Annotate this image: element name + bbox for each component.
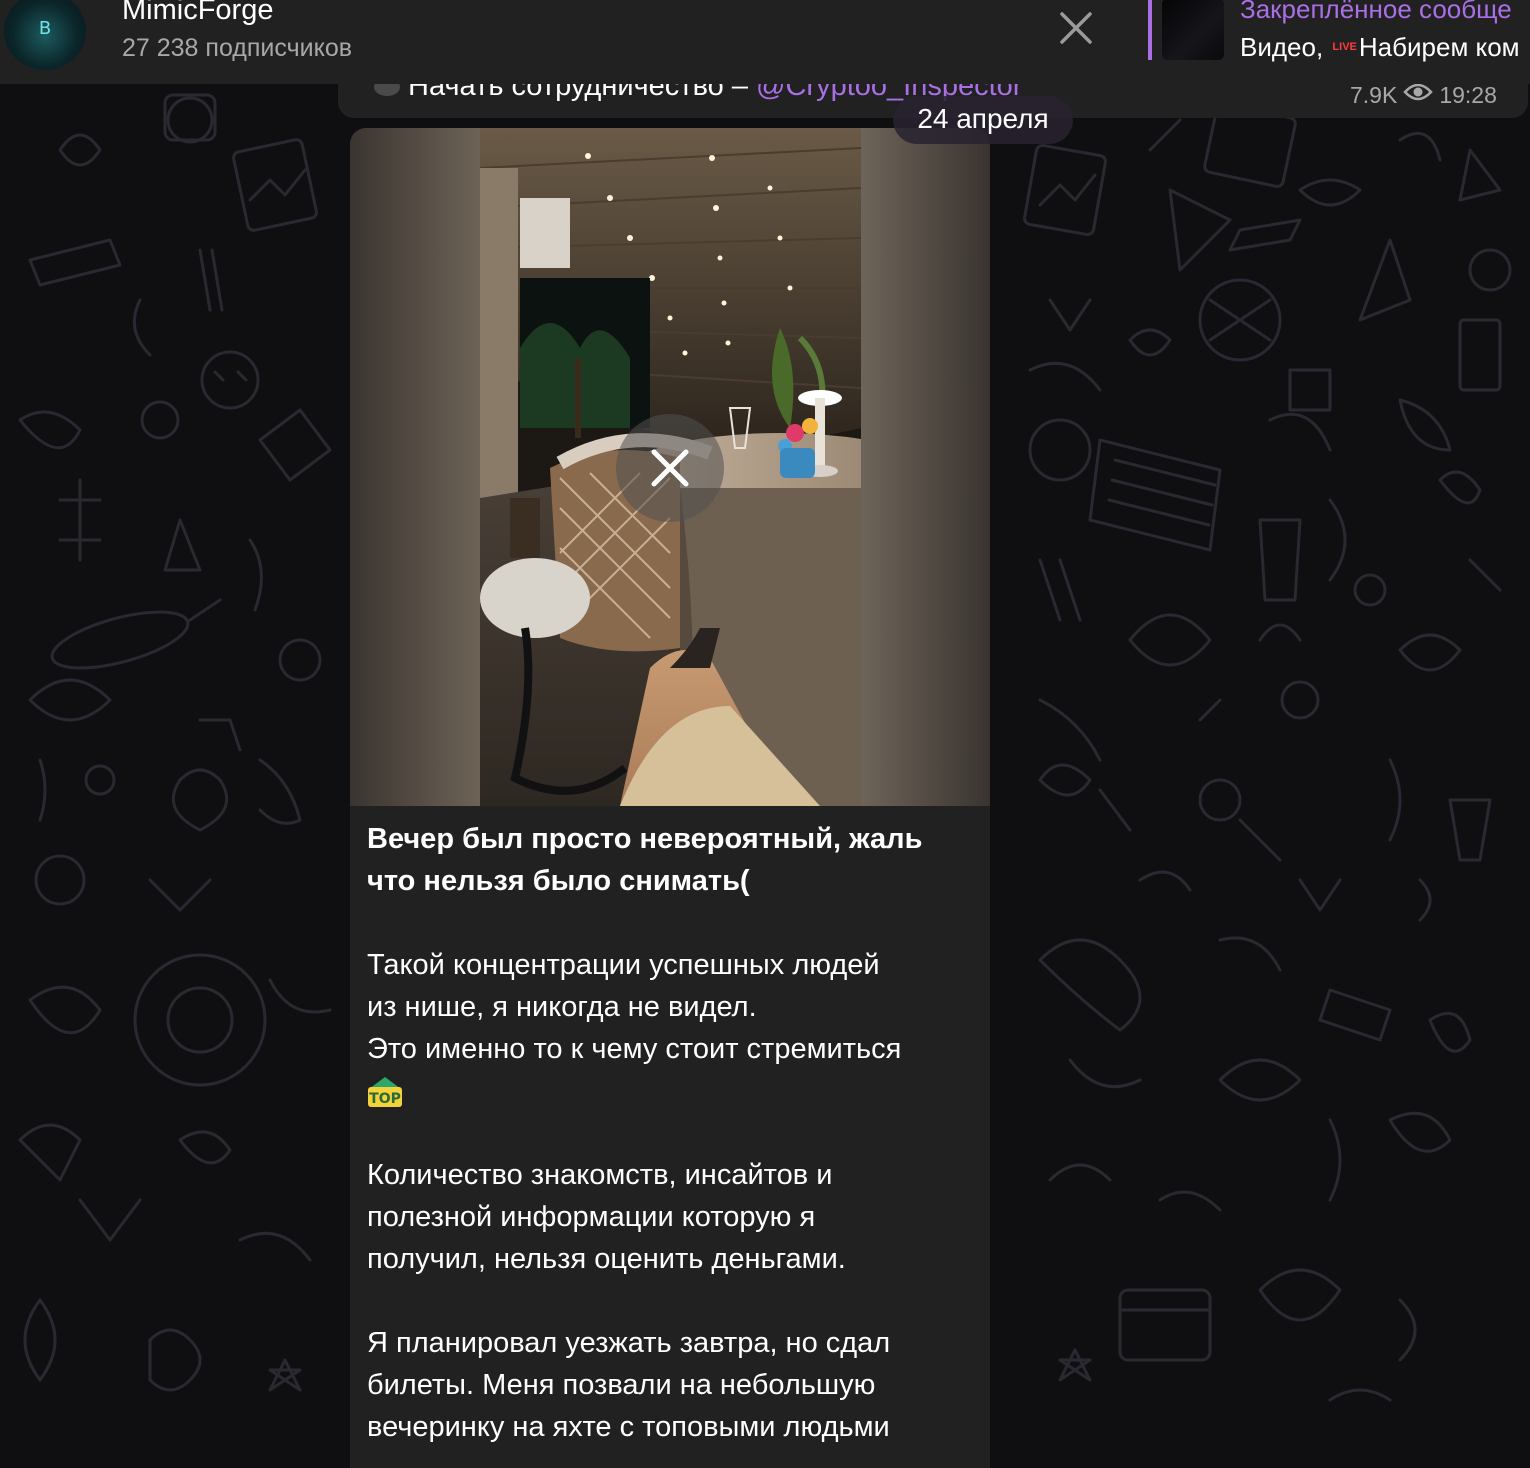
subscriber-count: 27 238 подписчиков: [122, 34, 353, 62]
caption-line: вечеринку на яхте с топовыми людьми: [367, 1411, 890, 1443]
caption-line: из нише, я никогда не видел.: [367, 991, 757, 1023]
caption-line: получил, нельзя оценить деньгами.: [367, 1243, 846, 1275]
caption-headline-2: что нельзя было снимать(: [367, 865, 750, 897]
channel-name[interactable]: MimicForge: [122, 0, 273, 27]
pinned-indicator: [1148, 0, 1152, 60]
top-emoji-icon: TOP: [367, 1075, 403, 1109]
pinned-text: Набирем ком: [1358, 32, 1520, 62]
video-preview[interactable]: [350, 128, 990, 806]
speech-bubble-icon: [374, 84, 400, 97]
caption-line: Это именно то к чему стоит стремиться: [367, 1033, 902, 1065]
close-icon[interactable]: [1054, 6, 1098, 50]
message-bubble: Вечер был просто невероятный, жаль что н…: [350, 128, 990, 1468]
eye-icon: [1403, 84, 1434, 108]
date-separator: 24 апреля: [893, 96, 1073, 144]
post-caption: Вечер был просто невероятный, жаль что н…: [367, 818, 977, 1448]
top-emoji-label: TOP: [369, 1091, 401, 1107]
pinned-prefix: Видео,: [1240, 32, 1324, 62]
pinned-thumbnail[interactable]: [1162, 0, 1224, 60]
avatar-glyph: B: [38, 18, 52, 39]
pinned-preview[interactable]: Видео, LIVEНабирем ком: [1240, 32, 1520, 63]
chat-header: B MimicForge 27 238 подписчиков Закреплё…: [0, 0, 1530, 84]
caption-line: Я планировал уезжать завтра, но сдал: [367, 1327, 891, 1359]
previous-message-meta: 7.9K 19:28: [1350, 84, 1497, 110]
caption-headline-1: Вечер был просто невероятный, жаль: [367, 823, 923, 855]
caption-line: полезной информации которую я: [367, 1201, 816, 1233]
caption-line: Такой концентрации успешных людей: [367, 949, 880, 981]
channel-avatar[interactable]: B: [4, 0, 86, 70]
previous-message-prefix: Начать сотрудничество –: [408, 84, 748, 102]
message-time: 19:28: [1439, 84, 1497, 108]
close-icon[interactable]: [616, 414, 724, 522]
caption-line: Количество знакомств, инсайтов и: [367, 1159, 833, 1191]
live-badge: LIVE: [1332, 41, 1357, 54]
view-count: 7.9K: [1350, 84, 1398, 108]
caption-line: билеты. Меня позвали на небольшую: [367, 1369, 876, 1401]
pinned-title[interactable]: Закреплённое сообще: [1240, 0, 1512, 25]
